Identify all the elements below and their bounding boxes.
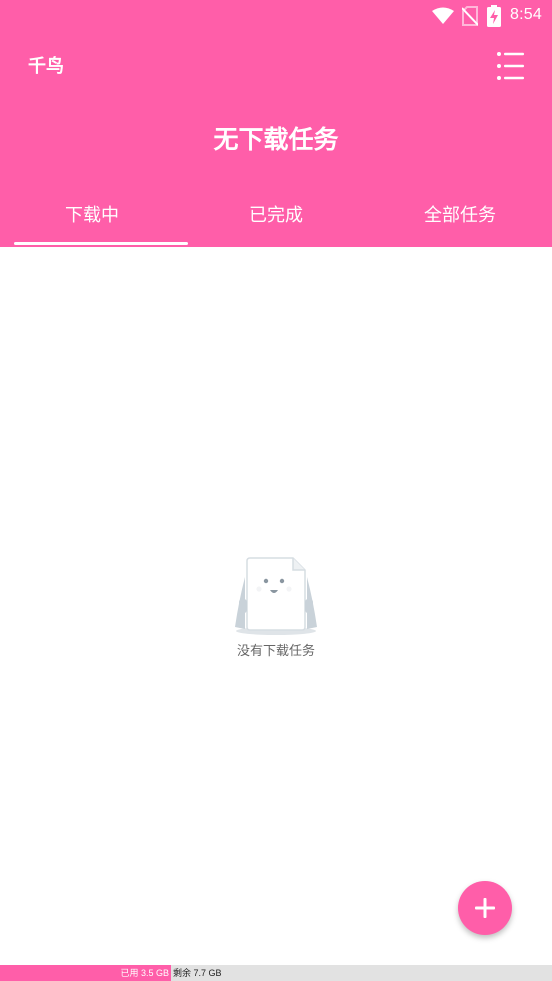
status-time: 8:54 <box>510 6 542 23</box>
plus-icon <box>475 898 495 918</box>
page-title: 无下载任务 <box>213 125 339 154</box>
tab-all-tasks[interactable]: 全部任务 <box>368 190 552 247</box>
tab-indicator <box>14 242 188 245</box>
storage-free: 剩余 7.7 GB <box>173 968 222 978</box>
empty-state <box>0 555 552 641</box>
app-header: 8:54 千鸟 无下载任务 下载中 已完成 全部任务 <box>0 0 552 247</box>
storage-bar: 已用 3.5 GB 剩余 7.7 GB <box>0 965 552 981</box>
no-sim-icon <box>462 6 478 26</box>
list-menu-icon <box>497 52 524 80</box>
tab-downloading[interactable]: 下载中 <box>0 190 184 247</box>
app-title: 千鸟 <box>28 56 64 77</box>
storage-used: 已用 3.5 GB <box>0 965 171 981</box>
tab-bar: 下载中 已完成 全部任务 <box>0 190 552 247</box>
status-bar: 8:54 <box>0 0 552 32</box>
tab-completed[interactable]: 已完成 <box>184 190 368 247</box>
empty-document-icon <box>235 557 317 635</box>
add-task-button[interactable] <box>458 881 512 935</box>
empty-message: 没有下载任务 <box>236 644 315 659</box>
menu-button[interactable] <box>492 48 528 84</box>
battery-charging-icon <box>487 5 501 27</box>
wifi-icon <box>432 7 454 24</box>
